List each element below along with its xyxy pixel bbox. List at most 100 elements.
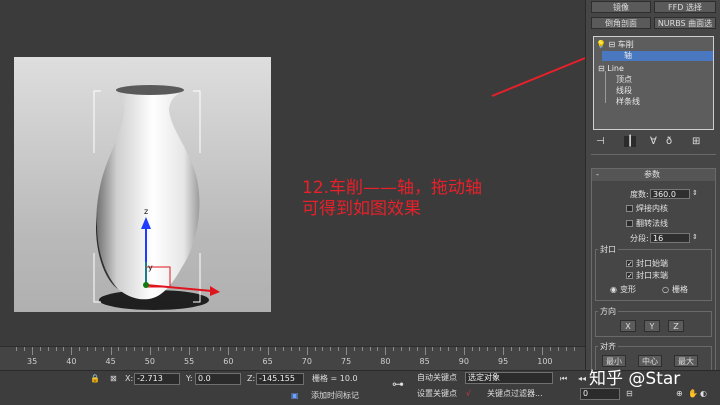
- ffd-select-button[interactable]: FFD 选择: [654, 1, 716, 13]
- timeline-tick: [534, 347, 536, 351]
- stack-item-spline[interactable]: 样条线: [616, 97, 640, 107]
- direction-z-button[interactable]: Z: [668, 320, 684, 332]
- expand-icon[interactable]: ⊟: [598, 64, 605, 73]
- spinner-arrows-icon[interactable]: ⇕: [692, 233, 698, 241]
- auto-key-button[interactable]: 自动关键点: [417, 372, 457, 384]
- stack-item-lathe[interactable]: 💡 ⊟ 车削: [596, 40, 634, 50]
- degrees-label: 度数:: [630, 190, 649, 199]
- command-panel: 镜像 FFD 选择 倒角剖面 NURBS 曲面选择 💡 ⊟ 车削 轴 ⊟ Lin…: [585, 0, 720, 388]
- timeline-tick: [385, 347, 387, 355]
- timeline-tick: [134, 347, 136, 351]
- z-coordinate-field[interactable]: -145.155: [256, 373, 304, 385]
- expand-icon[interactable]: ⊟: [609, 40, 616, 49]
- timeline-tick: [39, 347, 41, 351]
- timeline-tick: [47, 347, 49, 351]
- add-time-tag-button[interactable]: 添加时间标记: [311, 390, 359, 402]
- current-frame-field[interactable]: 0: [580, 388, 620, 400]
- timeline-tick: [361, 347, 363, 351]
- segments-spinner[interactable]: 16: [650, 233, 690, 243]
- configure-sets-icon[interactable]: ⊞: [692, 136, 700, 147]
- timeline-tick-label: 45: [105, 357, 116, 366]
- timeline-tick-label: 95: [498, 357, 509, 366]
- stack-item-line[interactable]: ⊟ Line: [598, 64, 624, 74]
- make-unique-icon[interactable]: ∀: [650, 136, 657, 147]
- time-config-icon[interactable]: ⊟: [626, 388, 633, 400]
- watermark-text: 知乎 @Star: [589, 369, 681, 389]
- timeline-tick: [24, 347, 26, 351]
- lightbulb-icon[interactable]: 💡: [596, 40, 606, 49]
- key-filters-button[interactable]: 关键点过滤器...: [487, 388, 543, 400]
- timeline-tick: [346, 347, 347, 355]
- timeline-tick: [424, 347, 426, 355]
- prev-frame-icon[interactable]: ◂◂: [578, 373, 586, 385]
- stack-item-vertex[interactable]: 顶点: [616, 75, 632, 85]
- timeline-tick: [141, 347, 143, 351]
- cap-end-checkbox[interactable]: ✓: [626, 272, 633, 280]
- timeline-tick: [259, 347, 261, 351]
- timeline-tick: [165, 347, 167, 351]
- key-filter-icon[interactable]: √: [466, 388, 471, 400]
- timeline-tick: [79, 347, 81, 351]
- timeline-tick: [228, 347, 230, 355]
- flip-normals-checkbox[interactable]: [626, 220, 633, 227]
- timeline-tick-label: 50: [144, 357, 155, 366]
- set-key-button[interactable]: 设置关键点: [417, 388, 457, 400]
- degrees-spinner[interactable]: 360.0: [650, 189, 690, 199]
- viewport[interactable]: z y 12.车削——轴，拖动轴 可得到如图效果: [0, 0, 604, 346]
- goto-start-icon[interactable]: ⏮: [560, 373, 567, 385]
- timeline-tick: [267, 347, 269, 355]
- direction-x-button[interactable]: X: [620, 320, 636, 332]
- spinner-arrows-icon[interactable]: ⇕: [692, 189, 698, 197]
- cap-start-checkbox[interactable]: ✓: [626, 260, 633, 268]
- morph-radio-icon[interactable]: ◉: [610, 285, 617, 295]
- y-label: Y:: [186, 374, 193, 383]
- timeline-tick: [432, 347, 434, 351]
- orbit-icon[interactable]: ◐: [700, 388, 707, 400]
- rollout-header[interactable]: - 参数: [592, 169, 715, 181]
- timeline-ruler[interactable]: 35 40 45 50 55 60 65 70 75 80 85 90 95 100: [0, 346, 585, 371]
- stack-item-segment[interactable]: 线段: [616, 86, 632, 96]
- timeline-tick: [196, 347, 198, 351]
- lock-icon[interactable]: 🔒: [90, 373, 100, 385]
- grid-radio-icon[interactable]: ○: [662, 285, 669, 295]
- timeline-tick: [71, 347, 73, 355]
- time-tag-icon[interactable]: ▣: [291, 390, 299, 402]
- weld-core-checkbox[interactable]: [626, 205, 633, 212]
- timeline-tick: [16, 347, 18, 351]
- x-coordinate-field[interactable]: -2.713: [134, 373, 180, 385]
- timeline-tick: [298, 347, 300, 351]
- timeline-tick-label: 90: [458, 357, 469, 366]
- show-end-result-icon[interactable]: ┃: [624, 136, 637, 147]
- remove-modifier-icon[interactable]: ð: [666, 136, 672, 147]
- absolute-mode-icon[interactable]: ⊠: [110, 373, 117, 385]
- timeline-tick: [557, 347, 559, 351]
- timeline-tick: [573, 347, 575, 351]
- key-icon[interactable]: ⊶: [392, 378, 404, 390]
- stack-item-label: 轴: [624, 51, 632, 60]
- mirror-button[interactable]: 镜像: [591, 1, 651, 13]
- timeline-tick: [157, 347, 159, 351]
- stack-item-axis[interactable]: 轴: [602, 51, 713, 61]
- timeline-tick: [118, 347, 120, 351]
- segments-label: 分段:: [630, 234, 649, 243]
- key-selection-dropdown[interactable]: 选定对象: [465, 372, 553, 384]
- timeline-tick: [369, 347, 371, 351]
- modifier-stack-list[interactable]: 💡 ⊟ 车削 轴 ⊟ Line 顶点 线段 样条线: [593, 36, 714, 130]
- nurbs-surface-select-button[interactable]: NURBS 曲面选择: [654, 17, 716, 29]
- bevel-profile-button[interactable]: 倒角剖面: [591, 17, 651, 29]
- timeline-tick: [243, 347, 245, 351]
- timeline-tick: [448, 347, 450, 351]
- y-coordinate-field[interactable]: 0.0: [195, 373, 241, 385]
- annotation-line-2: 可得到如图效果: [302, 199, 421, 219]
- pan-icon[interactable]: ✋: [688, 388, 698, 400]
- pin-stack-icon[interactable]: ⊣: [596, 136, 605, 147]
- timeline-tick: [353, 347, 355, 351]
- viewport-render-frame[interactable]: z y: [14, 57, 271, 312]
- weld-core-label: 焊接内核: [636, 204, 668, 213]
- zoom-icon[interactable]: ⊕: [676, 388, 683, 400]
- timeline-tick: [440, 347, 442, 351]
- direction-y-button[interactable]: Y: [644, 320, 660, 332]
- x-label: X:: [125, 374, 134, 383]
- timeline-tick: [393, 347, 395, 351]
- timeline-tick: [306, 347, 308, 355]
